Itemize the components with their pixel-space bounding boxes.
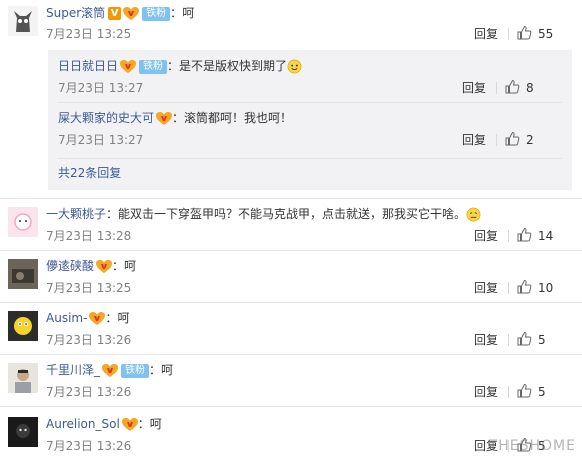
- reply-button[interactable]: 回复: [462, 131, 486, 149]
- reply-time: 7月23日 13:27: [58, 133, 144, 147]
- avatar[interactable]: [8, 259, 38, 289]
- colon: ：: [112, 259, 125, 273]
- reply-button[interactable]: 回复: [474, 279, 498, 297]
- commenter-name[interactable]: Aurelion_Sol: [46, 417, 120, 431]
- reply-button[interactable]: 回复: [474, 25, 498, 43]
- colon: ：: [137, 417, 150, 431]
- sub-reply-item: 日日就日日 铁粉 ：是不是版权快到期了 7月23日 13:27 回复 8: [48, 50, 572, 100]
- like-count: 14: [538, 229, 554, 243]
- heart-badge-icon: [102, 363, 119, 377]
- comment-time: 7月23日 13:28: [46, 229, 132, 243]
- divider: [508, 282, 509, 294]
- avatar[interactable]: [8, 417, 38, 447]
- heart-badge-icon: [156, 111, 173, 125]
- comment-item: 千里川泽_ 铁粉 ：呵 7月23日 13:26 回复 5: [0, 355, 582, 405]
- commenter-name[interactable]: Ausim-: [46, 311, 87, 325]
- comment-text: 呵: [117, 311, 130, 325]
- avatar[interactable]: [8, 207, 38, 237]
- reply-button[interactable]: 回复: [474, 331, 498, 349]
- reply-thread: 日日就日日 铁粉 ：是不是版权快到期了 7月23日 13:27 回复 8 屎大颗家的…: [48, 50, 572, 190]
- comment-item: Super滚筒 V 铁粉 ：呵 7月23日 13:25 回复 55: [0, 0, 582, 46]
- verified-badge-icon: V: [108, 7, 122, 20]
- watermark: THESHOME: [488, 438, 576, 454]
- comment-time: 7月23日 13:26: [46, 385, 132, 399]
- heart-badge-icon: [123, 6, 140, 20]
- thumbs-up-icon[interactable]: [516, 279, 532, 295]
- divider: [508, 386, 509, 398]
- like-count: 2: [526, 133, 534, 147]
- divider: [508, 28, 509, 40]
- sub-reply-item: 屎大颗家的史大可 ：滚筒都呵！我也呵！ 7月23日 13:27 回复 2: [48, 104, 572, 154]
- thumbs-up-icon[interactable]: [504, 131, 520, 147]
- divider: [58, 158, 562, 159]
- comment-text: 呵: [149, 417, 162, 431]
- like-count: 5: [538, 385, 546, 399]
- commenter-name[interactable]: 儚逺硖酸: [46, 259, 94, 273]
- commenter-name[interactable]: Super滚筒: [46, 6, 105, 20]
- colon: ：: [170, 6, 183, 20]
- reply-text: 是不是版权快到期了: [179, 59, 288, 73]
- heart-badge-icon: [89, 311, 106, 325]
- replier-name[interactable]: 屎大颗家的史大可: [58, 111, 154, 125]
- colon: ：: [106, 207, 119, 221]
- heart-badge-icon: [121, 417, 138, 431]
- avatar[interactable]: [8, 311, 38, 341]
- like-count: 55: [538, 27, 554, 41]
- reply-button[interactable]: 回复: [462, 79, 486, 97]
- divider: [496, 82, 497, 94]
- comment-text: 呵: [182, 6, 195, 20]
- thumbs-up-icon[interactable]: [516, 331, 532, 347]
- fan-badge: 铁粉: [139, 59, 168, 74]
- emoji-face-icon: [466, 207, 481, 222]
- comment-text: 呵: [161, 363, 174, 377]
- like-count: 8: [526, 81, 534, 95]
- emoji-face-icon: [287, 59, 302, 74]
- avatar[interactable]: [8, 6, 38, 36]
- more-replies-link[interactable]: 共22条回复: [58, 164, 121, 182]
- comment-item: 一大颗桃子：能双击一下穿盔甲吗？不能马克战甲，点击就送，那我买它干啥。 7月23…: [0, 199, 582, 249]
- comment-time: 7月23日 13:26: [46, 439, 132, 453]
- like-count: 5: [538, 333, 546, 347]
- divider: [496, 134, 497, 146]
- fan-badge: 铁粉: [142, 6, 171, 21]
- reply-text: 滚筒都呵！我也呵！: [184, 111, 293, 125]
- comment-time: 7月23日 13:26: [46, 333, 132, 347]
- commenter-name[interactable]: 千里川泽_: [46, 363, 100, 377]
- thumbs-up-icon[interactable]: [516, 383, 532, 399]
- avatar[interactable]: [8, 363, 38, 393]
- comment-item: Ausim- ：呵 7月23日 13:26 回复 5: [0, 303, 582, 355]
- colon: ：: [149, 363, 162, 377]
- divider: [508, 334, 509, 346]
- reply-button[interactable]: 回复: [474, 227, 498, 245]
- colon: ：: [105, 311, 118, 325]
- comment-text: 呵: [124, 259, 137, 273]
- comment-text: 能双击一下穿盔甲吗？不能马克战甲，点击就送，那我买它干啥。: [118, 207, 467, 221]
- comment-item: 儚逺硖酸 ：呵 7月23日 13:25 回复 10: [0, 251, 582, 303]
- like-count: 10: [538, 281, 554, 295]
- divider: [58, 102, 562, 103]
- reply-button[interactable]: 回复: [474, 383, 498, 401]
- commenter-name[interactable]: 一大颗桃子: [46, 207, 106, 221]
- fan-badge: 铁粉: [121, 363, 150, 378]
- colon: ：: [172, 111, 185, 125]
- thumbs-up-icon[interactable]: [516, 227, 532, 243]
- colon: ：: [167, 59, 180, 73]
- reply-time: 7月23日 13:27: [58, 81, 144, 95]
- heart-badge-icon: [96, 259, 113, 273]
- replier-name[interactable]: 日日就日日: [58, 59, 118, 73]
- thumbs-up-icon[interactable]: [516, 25, 532, 41]
- heart-badge-icon: [120, 59, 137, 73]
- thumbs-up-icon[interactable]: [504, 79, 520, 95]
- comment-time: 7月23日 13:25: [46, 27, 132, 41]
- comment-time: 7月23日 13:25: [46, 281, 132, 295]
- divider: [508, 230, 509, 242]
